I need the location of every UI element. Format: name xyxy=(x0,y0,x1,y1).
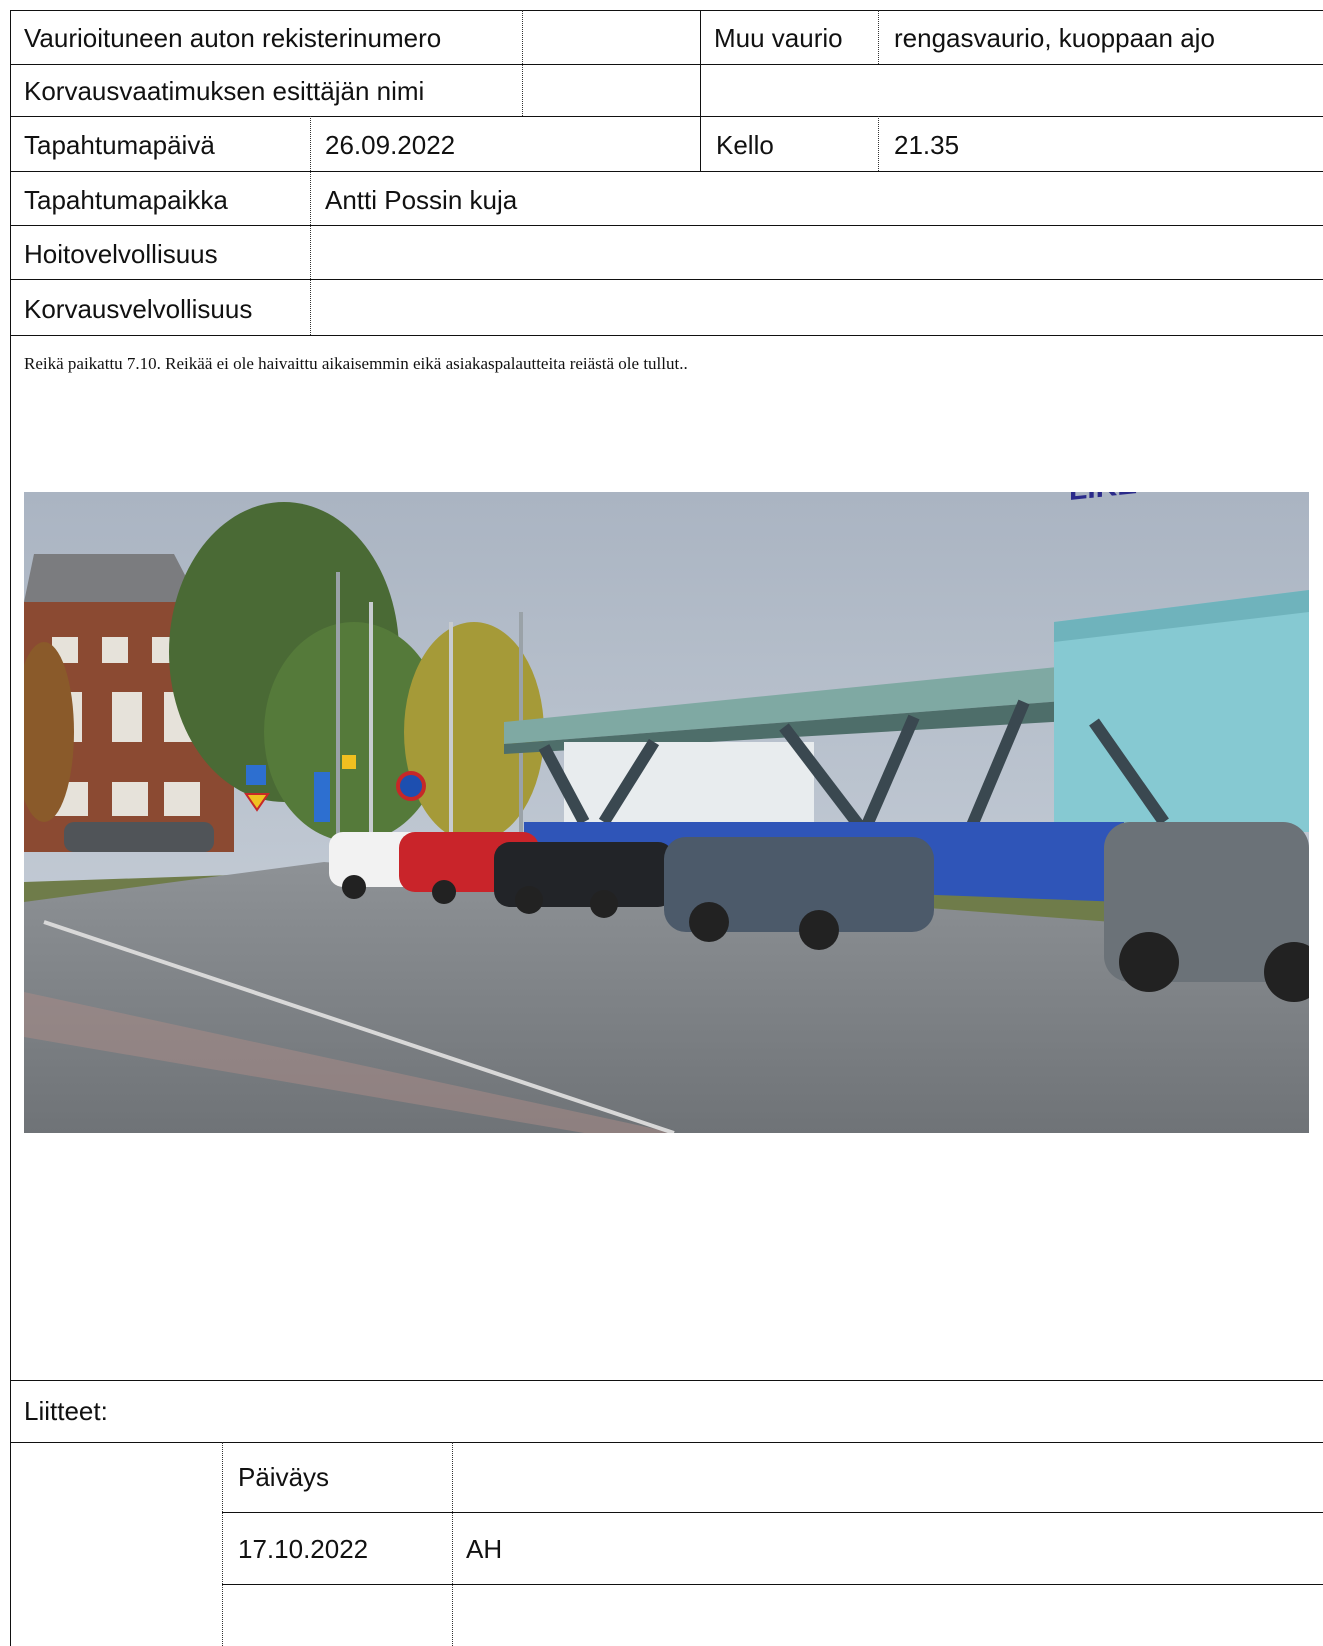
attachment-date: 17.10.2022 xyxy=(238,1534,369,1564)
liability-label: Korvausvelvollisuus xyxy=(24,294,253,324)
registration-label: Vaurioituneen auton rekisterinumero xyxy=(24,23,442,53)
rule xyxy=(522,10,523,116)
rule xyxy=(222,1584,1323,1585)
other-damage-label: Muu vaurio xyxy=(714,23,843,53)
attachment-signer: AH xyxy=(466,1534,503,1564)
other-damage-value: rengasvaurio, kuoppaan ajo xyxy=(894,23,1215,53)
rule xyxy=(700,10,701,171)
rule xyxy=(10,279,1323,280)
rule xyxy=(10,1380,1323,1381)
claimant-label: Korvausvaatimuksen esittäjän nimi xyxy=(24,76,425,106)
date-value: 26.09.2022 xyxy=(325,130,456,160)
street-photo: LIKE xyxy=(24,492,1309,1133)
date-column-header: Päiväys xyxy=(238,1462,330,1492)
rule xyxy=(10,10,11,1646)
rule xyxy=(878,116,879,171)
time-value: 21.35 xyxy=(894,130,960,160)
rule xyxy=(222,1442,223,1646)
maintenance-label: Hoitovelvollisuus xyxy=(24,239,218,269)
rule xyxy=(10,335,1323,336)
rule xyxy=(10,116,1323,117)
street-photo-drawing: LIKE xyxy=(24,492,1309,1133)
inspection-note: Reikä paikattu 7.10. Reikää ei ole haiva… xyxy=(24,354,688,373)
attachments-label: Liitteet: xyxy=(24,1396,108,1426)
claim-form: Vaurioituneen auton rekisterinumero Muu … xyxy=(0,0,1323,1646)
place-label: Tapahtumapaikka xyxy=(24,185,228,215)
rule xyxy=(10,64,1323,65)
rule xyxy=(452,1442,453,1646)
rule xyxy=(10,225,1323,226)
rule xyxy=(878,10,879,64)
place-value: Antti Possin kuja xyxy=(325,185,518,215)
rule xyxy=(10,1442,1323,1443)
rule xyxy=(10,171,1323,172)
rule xyxy=(222,1512,1323,1513)
rule xyxy=(10,10,1323,11)
time-label: Kello xyxy=(716,130,774,160)
rule xyxy=(310,116,311,335)
date-label: Tapahtumapäivä xyxy=(24,130,215,160)
